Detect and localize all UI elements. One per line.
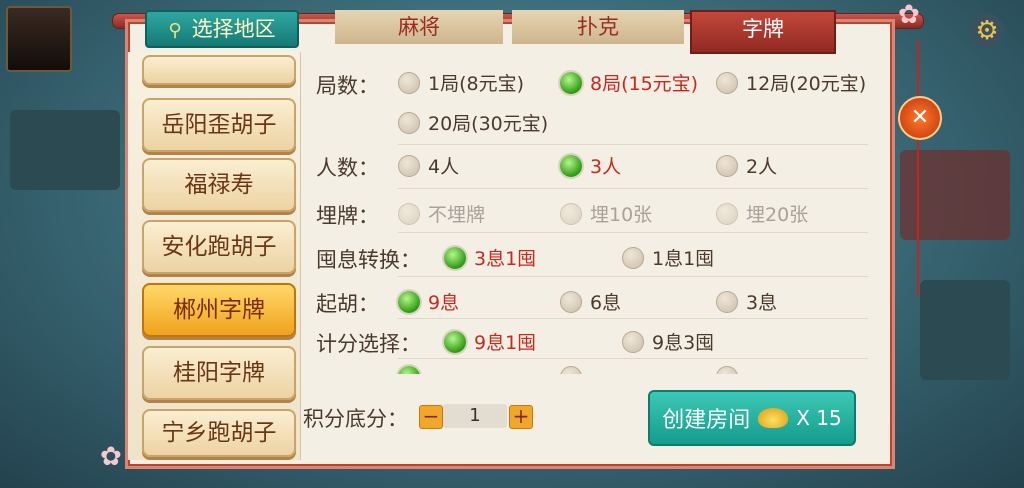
gold-ingot-icon	[758, 408, 789, 428]
create-cost: X 15	[796, 406, 842, 430]
tassel-decoration	[917, 40, 919, 96]
bury-option-10: 埋10张	[560, 200, 652, 227]
scoring-label: 计分选择：	[316, 332, 421, 356]
tab-label: 扑克	[577, 15, 619, 39]
tab-poker[interactable]: 扑克	[512, 10, 684, 44]
tab-select-region[interactable]: ⚲ 选择地区	[145, 10, 299, 48]
score-decrease-button[interactable]: −	[419, 405, 443, 429]
radio-icon	[560, 202, 582, 225]
region-item[interactable]: 安化跑胡子	[142, 220, 296, 274]
radio-icon	[560, 366, 582, 374]
bury-option-20: 埋20张	[716, 200, 808, 227]
settings-gear-icon[interactable]: ⚙	[970, 14, 1004, 48]
blossom-icon: ✿	[100, 442, 122, 472]
bury-label: 埋牌：	[316, 204, 379, 228]
user-avatar[interactable]	[6, 6, 72, 72]
create-room-button[interactable]: 创建房间 X 15	[648, 390, 856, 446]
region-item-active[interactable]: 郴州字牌	[142, 283, 296, 337]
radio-icon	[716, 290, 738, 313]
rounds-option-8[interactable]: 8局(15元宝)	[560, 69, 698, 96]
radio-icon	[398, 154, 420, 177]
divider	[398, 318, 868, 319]
radio-selected-icon	[398, 290, 420, 313]
conversion-label: 囤息转换：	[316, 248, 421, 272]
hidden-row-option[interactable]	[560, 366, 590, 374]
qihu-option-6[interactable]: 6息	[560, 288, 621, 315]
radio-icon	[398, 71, 420, 94]
location-pin-icon: ⚲	[168, 20, 182, 41]
radio-icon	[398, 202, 420, 225]
base-score-value: 1	[443, 404, 507, 428]
tassel-decoration	[917, 136, 919, 296]
qihu-option-9[interactable]: 9息	[398, 288, 459, 315]
rounds-option-1[interactable]: 1局(8元宝)	[398, 69, 524, 96]
rounds-option-12[interactable]: 12局(20元宝)	[716, 69, 866, 96]
radio-selected-icon	[444, 246, 466, 269]
radio-icon	[622, 246, 644, 269]
radio-selected-icon	[560, 154, 582, 177]
region-item[interactable]: 桂阳字牌	[142, 346, 296, 400]
tab-zipai[interactable]: 字牌	[690, 10, 836, 54]
radio-icon	[716, 202, 738, 225]
radio-selected-icon	[560, 71, 582, 94]
region-item-partial[interactable]	[142, 55, 296, 85]
hidden-row-option[interactable]	[398, 366, 428, 374]
background-building	[10, 110, 120, 190]
region-label: 岳阳歪胡子	[161, 112, 277, 138]
radio-icon	[716, 154, 738, 177]
tab-label: 麻将	[398, 15, 440, 39]
players-label: 人数：	[316, 156, 379, 180]
qihu-label: 起胡：	[316, 292, 379, 316]
divider	[398, 144, 868, 145]
region-label: 郴州字牌	[173, 297, 265, 323]
divider	[398, 276, 868, 277]
close-button[interactable]: ✕	[898, 96, 942, 140]
scoring-option-9-3[interactable]: 9息3囤	[622, 328, 714, 355]
region-item[interactable]: 宁乡跑胡子	[142, 409, 296, 457]
region-label: 宁乡跑胡子	[161, 420, 277, 446]
qihu-option-3[interactable]: 3息	[716, 288, 777, 315]
score-increase-button[interactable]: +	[509, 405, 533, 429]
players-option-4[interactable]: 4人	[398, 152, 459, 179]
players-option-2[interactable]: 2人	[716, 152, 777, 179]
scoring-option-9-1[interactable]: 9息1囤	[444, 328, 536, 355]
radio-icon	[398, 111, 420, 134]
blossom-icon: ✿	[898, 0, 920, 30]
region-label: 福禄寿	[184, 172, 254, 198]
rounds-label: 局数：	[316, 74, 379, 98]
bury-option-none: 不埋牌	[398, 200, 485, 227]
radio-selected-icon	[398, 366, 420, 374]
divider	[398, 188, 868, 189]
radio-selected-icon	[444, 330, 466, 353]
hidden-row-option[interactable]	[716, 366, 746, 374]
conversion-option-3to1[interactable]: 3息1囤	[444, 244, 536, 271]
region-item[interactable]: 岳阳歪胡子	[142, 98, 296, 152]
divider	[398, 232, 868, 233]
region-item[interactable]: 福禄寿	[142, 158, 296, 212]
radio-icon	[716, 71, 738, 94]
region-label: 桂阳字牌	[173, 360, 265, 386]
region-label: 安化跑胡子	[161, 234, 277, 260]
conversion-option-1to1[interactable]: 1息1囤	[622, 244, 714, 271]
tab-label: 字牌	[742, 17, 784, 41]
tab-label: 选择地区	[191, 17, 276, 41]
radio-icon	[560, 290, 582, 313]
divider	[398, 358, 868, 359]
options-panel: 局数： 1局(8元宝) 8局(15元宝) 12局(20元宝) 20局(30元宝)…	[300, 52, 888, 374]
rounds-option-20[interactable]: 20局(30元宝)	[398, 109, 548, 136]
base-score-label: 积分底分：	[303, 407, 408, 431]
radio-icon	[622, 330, 644, 353]
tab-mahjong[interactable]: 麻将	[335, 10, 503, 44]
background-building	[920, 280, 1010, 380]
radio-icon	[716, 366, 738, 374]
create-room-label: 创建房间	[662, 408, 751, 433]
players-option-3[interactable]: 3人	[560, 152, 621, 179]
